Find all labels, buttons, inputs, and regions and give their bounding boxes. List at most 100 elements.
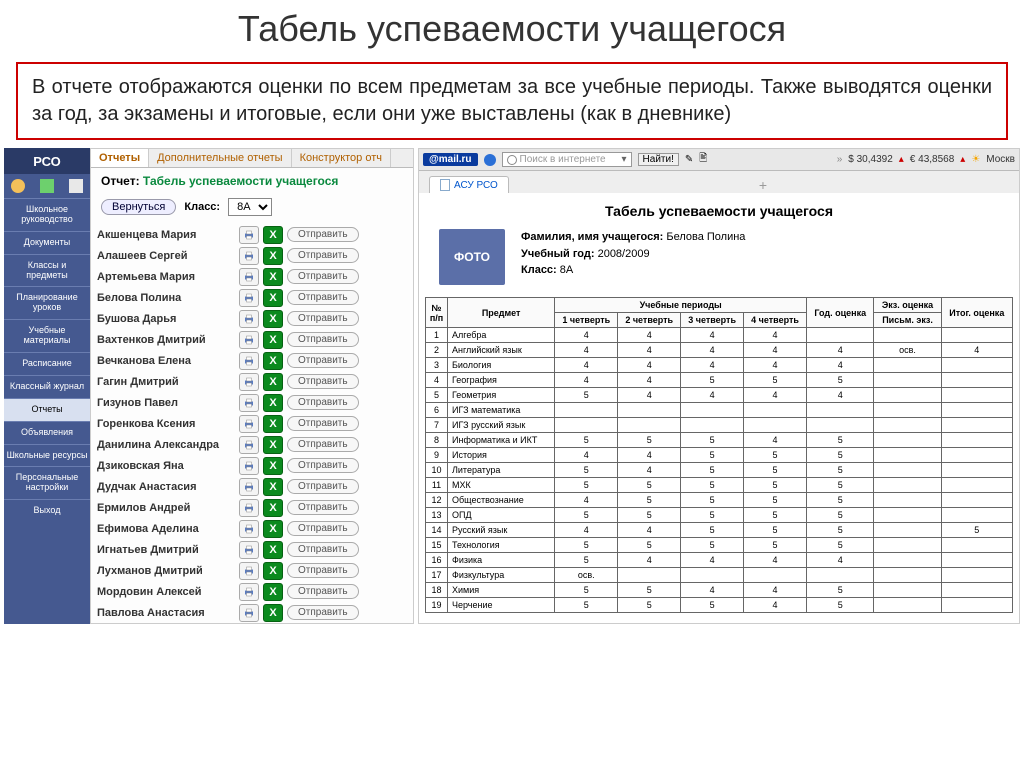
print-icon[interactable]: [239, 562, 259, 580]
sidebar-item-11[interactable]: Выход: [4, 499, 90, 522]
print-icon[interactable]: [239, 541, 259, 559]
send-button[interactable]: Отправить: [287, 311, 359, 326]
print-icon[interactable]: [239, 310, 259, 328]
pencil-icon[interactable]: ✎: [685, 154, 693, 165]
send-button[interactable]: Отправить: [287, 353, 359, 368]
send-button[interactable]: Отправить: [287, 458, 359, 473]
excel-icon[interactable]: X: [263, 583, 283, 601]
sidebar-item-4[interactable]: Учебные материалы: [4, 319, 90, 352]
print-icon[interactable]: [239, 289, 259, 307]
excel-icon[interactable]: X: [263, 247, 283, 265]
sidebar-item-0[interactable]: Школьное руководство: [4, 198, 90, 231]
excel-icon[interactable]: X: [263, 520, 283, 538]
class-select[interactable]: 8А: [228, 198, 272, 216]
excel-icon[interactable]: X: [263, 436, 283, 454]
excel-icon[interactable]: X: [263, 478, 283, 496]
send-button[interactable]: Отправить: [287, 563, 359, 578]
send-button[interactable]: Отправить: [287, 500, 359, 515]
cell-grade: 4: [744, 598, 807, 613]
print-icon[interactable]: [239, 436, 259, 454]
col-final: Итог. оценка: [941, 298, 1012, 328]
tab-0[interactable]: Отчеты: [91, 149, 149, 167]
news-icon[interactable]: 🖹: [699, 151, 707, 168]
send-button[interactable]: Отправить: [287, 269, 359, 284]
send-button[interactable]: Отправить: [287, 395, 359, 410]
cell-num: 18: [426, 583, 448, 598]
print-icon[interactable]: [239, 394, 259, 412]
excel-icon[interactable]: X: [263, 352, 283, 370]
excel-icon[interactable]: X: [263, 457, 283, 475]
sidebar-item-7[interactable]: Отчеты: [4, 398, 90, 421]
cell-grade: [874, 523, 941, 538]
excel-icon[interactable]: X: [263, 226, 283, 244]
class-label: Класс:: [184, 201, 220, 213]
cell-grade: 5: [807, 433, 874, 448]
print-icon[interactable]: [239, 499, 259, 517]
table-row: 2Английский язык44444осв.4: [426, 343, 1013, 358]
mail-icon[interactable]: [69, 179, 83, 193]
cell-grade: 5: [807, 523, 874, 538]
excel-icon[interactable]: X: [263, 310, 283, 328]
send-button[interactable]: Отправить: [287, 479, 359, 494]
excel-icon[interactable]: X: [263, 541, 283, 559]
excel-icon[interactable]: X: [263, 373, 283, 391]
search-input[interactable]: Поиск в интернете ▾: [502, 152, 632, 167]
new-tab-button[interactable]: +: [759, 177, 767, 193]
send-button[interactable]: Отправить: [287, 437, 359, 452]
sidebar-item-5[interactable]: Расписание: [4, 352, 90, 375]
chevron-down-icon[interactable]: ▾: [622, 154, 627, 165]
send-button[interactable]: Отправить: [287, 542, 359, 557]
sidebar-item-1[interactable]: Документы: [4, 231, 90, 254]
print-icon[interactable]: [239, 247, 259, 265]
col-q1: 1 четверть: [555, 313, 618, 328]
print-icon[interactable]: [239, 583, 259, 601]
cell-grade: 5: [618, 508, 681, 523]
excel-icon[interactable]: X: [263, 415, 283, 433]
tab-2[interactable]: Конструктор отч: [292, 149, 391, 167]
print-icon[interactable]: [239, 268, 259, 286]
print-icon[interactable]: [239, 352, 259, 370]
table-row: 18Химия55445: [426, 583, 1013, 598]
send-button[interactable]: Отправить: [287, 521, 359, 536]
excel-icon[interactable]: X: [263, 394, 283, 412]
cell-grade: [874, 568, 941, 583]
print-icon[interactable]: [239, 373, 259, 391]
find-button[interactable]: Найти!: [638, 153, 679, 166]
excel-icon[interactable]: X: [263, 562, 283, 580]
print-icon[interactable]: [239, 478, 259, 496]
send-button[interactable]: Отправить: [287, 227, 359, 242]
table-row: 11МХК55555: [426, 478, 1013, 493]
print-icon[interactable]: [239, 457, 259, 475]
sidebar-item-9[interactable]: Школьные ресурсы: [4, 444, 90, 467]
send-button[interactable]: Отправить: [287, 290, 359, 305]
print-icon[interactable]: [239, 331, 259, 349]
cell-grade: 4: [618, 358, 681, 373]
sidebar-item-3[interactable]: Планирование уроков: [4, 286, 90, 319]
send-button[interactable]: Отправить: [287, 374, 359, 389]
excel-icon[interactable]: X: [263, 604, 283, 622]
sidebar-item-6[interactable]: Классный журнал: [4, 375, 90, 398]
excel-icon[interactable]: X: [263, 289, 283, 307]
send-button[interactable]: Отправить: [287, 332, 359, 347]
send-button[interactable]: Отправить: [287, 416, 359, 431]
person-icon[interactable]: [11, 179, 25, 193]
print-icon[interactable]: [239, 415, 259, 433]
excel-icon[interactable]: X: [263, 499, 283, 517]
excel-icon[interactable]: X: [263, 268, 283, 286]
sidebar-item-8[interactable]: Объявления: [4, 421, 90, 444]
send-button[interactable]: Отправить: [287, 584, 359, 599]
print-icon[interactable]: [239, 604, 259, 622]
excel-icon[interactable]: X: [263, 331, 283, 349]
mail-badge[interactable]: @mail.ru: [423, 153, 478, 166]
tab-1[interactable]: Дополнительные отчеты: [149, 149, 291, 167]
chevrons-icon[interactable]: »: [837, 154, 843, 165]
sidebar-item-2[interactable]: Классы и предметы: [4, 254, 90, 287]
send-button[interactable]: Отправить: [287, 605, 359, 620]
doc-tab[interactable]: АСУ РСО: [429, 176, 509, 193]
print-icon[interactable]: [239, 226, 259, 244]
print-icon[interactable]: [239, 520, 259, 538]
send-button[interactable]: Отправить: [287, 248, 359, 263]
sidebar-item-10[interactable]: Персональные настройки: [4, 466, 90, 499]
home-icon[interactable]: [40, 179, 54, 193]
back-button[interactable]: Вернуться: [101, 199, 176, 215]
